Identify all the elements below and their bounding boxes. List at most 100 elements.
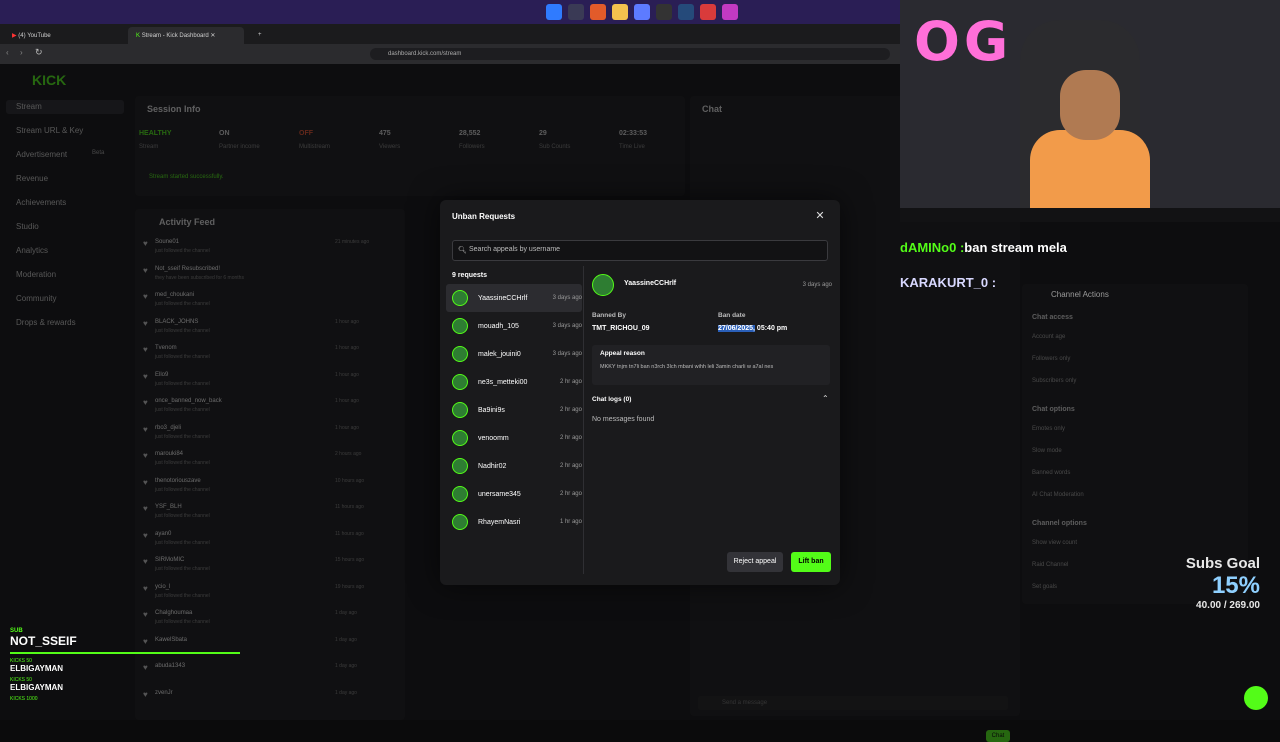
channel-action-item[interactable]: Account age bbox=[1032, 334, 1065, 340]
modal-divider bbox=[583, 266, 584, 574]
channel-action-item[interactable]: Subscribers only bbox=[1032, 378, 1076, 384]
feed-time: 1 hour ago bbox=[335, 398, 359, 404]
sidebar-item-achievements[interactable]: Achievements bbox=[16, 198, 66, 207]
sidebar-item-community[interactable]: Community bbox=[16, 294, 56, 303]
chat-input[interactable]: Send a message bbox=[698, 696, 1008, 710]
unban-request-item[interactable]: ne3s_metteki00 2 hr ago bbox=[446, 368, 582, 396]
feed-time: 1 hour ago bbox=[335, 424, 359, 431]
alert-name: ELBIGAYMAN bbox=[10, 683, 64, 692]
channel-action-item[interactable]: Slow mode bbox=[1032, 448, 1062, 454]
close-tab-icon[interactable]: ✕ bbox=[210, 33, 215, 39]
channel-action-item[interactable]: AI Chat Moderation bbox=[1032, 492, 1084, 498]
sidebar-item-drops[interactable]: Drops & rewards bbox=[16, 318, 76, 327]
feed-note: just followed the channel bbox=[155, 513, 210, 519]
folder-icon[interactable] bbox=[612, 4, 628, 20]
stat-label: Multistream bbox=[299, 144, 331, 150]
tab-youtube[interactable]: ▶ (4) YouTube bbox=[4, 27, 124, 44]
stat-value: 29 bbox=[539, 130, 547, 137]
taskbar-icons bbox=[546, 4, 738, 20]
power-icon[interactable] bbox=[1244, 686, 1268, 710]
channel-action-item[interactable]: Followers only bbox=[1032, 356, 1070, 362]
address-bar[interactable]: dashboard.kick.com/stream bbox=[370, 48, 890, 60]
unban-request-item[interactable]: mouadh_105 3 days ago bbox=[446, 312, 582, 340]
terminal-icon[interactable] bbox=[656, 4, 672, 20]
stat-value: 02:33:53 bbox=[619, 130, 648, 137]
heart-icon: ♥ bbox=[143, 371, 148, 381]
modal-title: Unban Requests bbox=[452, 212, 516, 221]
feed-name: YSF_BLH bbox=[155, 504, 182, 510]
unban-request-item[interactable]: Ba9ini9s 2 hr ago bbox=[446, 396, 582, 424]
request-username: malek_jouini0 bbox=[478, 350, 521, 358]
new-tab-icon[interactable]: + bbox=[250, 27, 266, 44]
chevron-up-icon[interactable]: ⌃ bbox=[822, 394, 829, 403]
feed-note: just followed the channel bbox=[155, 619, 210, 625]
tab-kick-dashboard[interactable]: K Stream - Kick Dashboard ✕ bbox=[128, 27, 244, 44]
feed-name: SIRMoMIC bbox=[155, 557, 185, 563]
feed-time: 10 hours ago bbox=[335, 477, 365, 484]
reject-appeal-button[interactable]: Reject appeal bbox=[727, 552, 783, 572]
unban-requests-modal: Unban Requests ✕ 🔍︎ Search appeals by us… bbox=[440, 200, 840, 585]
obs-icon[interactable] bbox=[700, 4, 716, 20]
feed-name: once_banned_now_back bbox=[155, 398, 222, 404]
heart-icon: ♥ bbox=[143, 345, 148, 354]
request-time: 2 hr ago bbox=[559, 462, 582, 469]
app-icon[interactable] bbox=[722, 4, 738, 20]
feed-name: Soune01 bbox=[155, 239, 180, 245]
request-username: unersame345 bbox=[478, 490, 521, 498]
reload-icon[interactable]: ↻ bbox=[35, 47, 43, 58]
close-icon[interactable]: ✕ bbox=[813, 209, 827, 223]
sidebar-item-revenue[interactable]: Revenue bbox=[16, 174, 48, 183]
search-icon[interactable] bbox=[568, 4, 584, 20]
heart-icon: ♥ bbox=[143, 318, 148, 328]
subs-goal-title: Subs Goal bbox=[1185, 555, 1260, 572]
lift-ban-button[interactable]: Lift ban bbox=[791, 552, 831, 572]
channel-action-item[interactable]: Raid Channel bbox=[1032, 562, 1068, 568]
channel-action-item[interactable]: Emotes only bbox=[1032, 426, 1065, 432]
chat-send-button[interactable]: Chat bbox=[986, 730, 1010, 742]
banned-by-value: TMT_RICHOU_09 bbox=[592, 325, 650, 332]
forward-icon[interactable]: › bbox=[20, 48, 23, 57]
detail-time: 3 days ago bbox=[802, 282, 832, 288]
channel-actions-heading: Channel options bbox=[1032, 520, 1087, 527]
back-icon[interactable]: ‹ bbox=[6, 48, 9, 57]
neon-sign-logo: OG bbox=[914, 10, 1013, 73]
chat-logs-toggle[interactable]: Chat logs (0) bbox=[592, 396, 631, 403]
channel-action-item[interactable]: Show view count bbox=[1032, 540, 1077, 546]
feed-time: 1 day ago bbox=[335, 610, 357, 616]
sidebar-item-analytics[interactable]: Analytics bbox=[16, 246, 48, 255]
request-time: 3 days ago bbox=[552, 322, 582, 329]
unban-request-item[interactable]: YaassineCCHrlf 3 days ago bbox=[446, 284, 582, 312]
channel-action-item[interactable]: Banned words bbox=[1032, 470, 1070, 476]
unban-request-item[interactable]: RhayemNasri 1 hr ago bbox=[446, 508, 582, 536]
sidebar-item-stream-url[interactable]: Stream URL & Key bbox=[16, 126, 83, 135]
feed-note: just followed the channel bbox=[155, 566, 210, 572]
detail-username: YaassineCCHrlf bbox=[624, 280, 677, 287]
unban-request-item[interactable]: malek_jouini0 3 days ago bbox=[446, 340, 582, 368]
overlay-chat-line: KARAKURT_0 : bbox=[900, 275, 997, 290]
stat-label: Followers bbox=[459, 144, 485, 150]
heart-icon: ♥ bbox=[143, 504, 148, 513]
channel-action-item[interactable]: Set goals bbox=[1032, 584, 1057, 590]
discord-icon[interactable] bbox=[634, 4, 650, 20]
stat-label: Partner income bbox=[219, 144, 260, 150]
heart-icon: ♥ bbox=[143, 583, 148, 593]
feed-name: Not_sseif Resubscribed! bbox=[155, 265, 221, 272]
start-icon[interactable] bbox=[546, 4, 562, 20]
sidebar-item-stream[interactable]: Stream bbox=[16, 102, 42, 111]
unban-request-item[interactable]: unersame345 2 hr ago bbox=[446, 480, 582, 508]
heart-icon: ♥ bbox=[143, 557, 148, 566]
steam-icon[interactable] bbox=[678, 4, 694, 20]
search-appeals-input[interactable]: 🔍︎ Search appeals by username bbox=[452, 240, 828, 261]
unban-request-item[interactable]: Nadhir02 2 hr ago bbox=[446, 452, 582, 480]
heart-icon: ♥ bbox=[143, 477, 148, 487]
feed-name: marouki84 bbox=[155, 451, 184, 457]
sidebar-item-studio[interactable]: Studio bbox=[16, 222, 39, 231]
sidebar-item-moderation[interactable]: Moderation bbox=[16, 270, 56, 279]
sidebar-item-advertisement[interactable]: Advertisement bbox=[16, 150, 67, 159]
feed-note: just followed the channel bbox=[155, 248, 210, 254]
request-username: ne3s_metteki00 bbox=[478, 378, 528, 386]
feed-note: just followed the channel bbox=[155, 380, 210, 387]
subs-goal-widget: Subs Goal 15% 40.00 / 269.00 bbox=[1150, 555, 1260, 611]
unban-request-item[interactable]: venoomm 2 hr ago bbox=[446, 424, 582, 452]
brave-icon[interactable] bbox=[590, 4, 606, 20]
